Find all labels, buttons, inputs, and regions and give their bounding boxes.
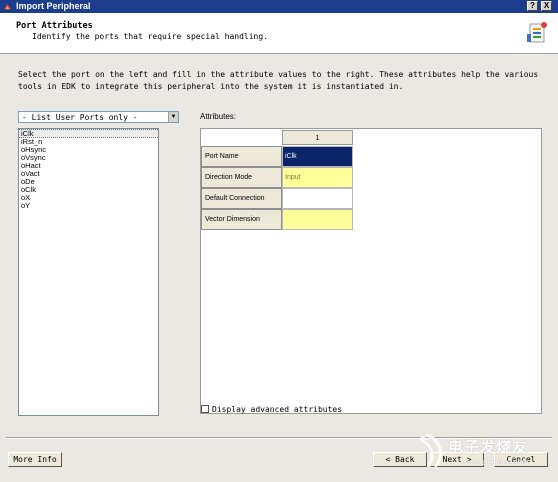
attributes-label: Attributes: bbox=[200, 112, 237, 121]
instructions-text: Select the port on the left and fill in … bbox=[18, 70, 539, 91]
more-info-button[interactable]: More Info bbox=[8, 452, 62, 467]
list-item[interactable]: oDe bbox=[19, 178, 158, 186]
page-subtitle: Identify the ports that require special … bbox=[32, 32, 269, 41]
grid-corner bbox=[201, 129, 282, 146]
watermark-title: 电子发烧友 bbox=[448, 439, 529, 456]
close-button[interactable]: X bbox=[541, 1, 552, 11]
row-header-vector-dimension: Vector Dimension bbox=[201, 209, 282, 230]
port-name-cell[interactable]: iClk bbox=[282, 146, 353, 167]
wizard-icon bbox=[527, 22, 547, 43]
row-header-port-name: Port Name bbox=[201, 146, 282, 167]
title-bar: Import Peripheral ? X bbox=[0, 0, 558, 13]
watermark-url: www.elecfans.com bbox=[462, 458, 529, 467]
vector-dimension-cell[interactable] bbox=[282, 209, 353, 230]
row-header-direction-mode: Direction Mode bbox=[201, 167, 282, 188]
direction-mode-cell[interactable]: Input bbox=[282, 167, 353, 188]
column-header: 1 bbox=[282, 130, 353, 145]
watermark: 电子发烧友 www.elecfans.com bbox=[417, 427, 555, 479]
attributes-grid: 1 Port Name iClk Direction Mode Input De… bbox=[200, 128, 542, 414]
list-item[interactable]: oY bbox=[19, 202, 158, 210]
list-item[interactable]: oVact bbox=[19, 170, 158, 178]
help-button[interactable]: ? bbox=[527, 1, 538, 11]
advanced-attributes-checkbox[interactable] bbox=[201, 405, 209, 413]
wizard-header: Port Attributes Identify the ports that … bbox=[0, 13, 558, 54]
list-item[interactable]: oX bbox=[19, 194, 158, 202]
watermark-logo-icon bbox=[420, 433, 443, 468]
row-header-default-connection: Default Connection bbox=[201, 188, 282, 209]
port-filter-value: - List User Ports only - bbox=[22, 113, 138, 122]
page-title: Port Attributes bbox=[16, 21, 93, 31]
port-list[interactable]: iClk iRst_n oHsync oVsync oHact oVact oD… bbox=[18, 128, 159, 416]
port-filter-dropdown[interactable]: - List User Ports only - ▼ bbox=[18, 111, 179, 123]
chevron-down-icon[interactable]: ▼ bbox=[168, 112, 178, 122]
xilinx-app-icon bbox=[3, 3, 12, 10]
advanced-attributes-label: Display advanced attributes bbox=[212, 405, 343, 414]
list-item[interactable]: oClk bbox=[19, 186, 158, 194]
default-connection-cell[interactable] bbox=[282, 188, 353, 209]
window-title: Import Peripheral bbox=[16, 1, 91, 11]
